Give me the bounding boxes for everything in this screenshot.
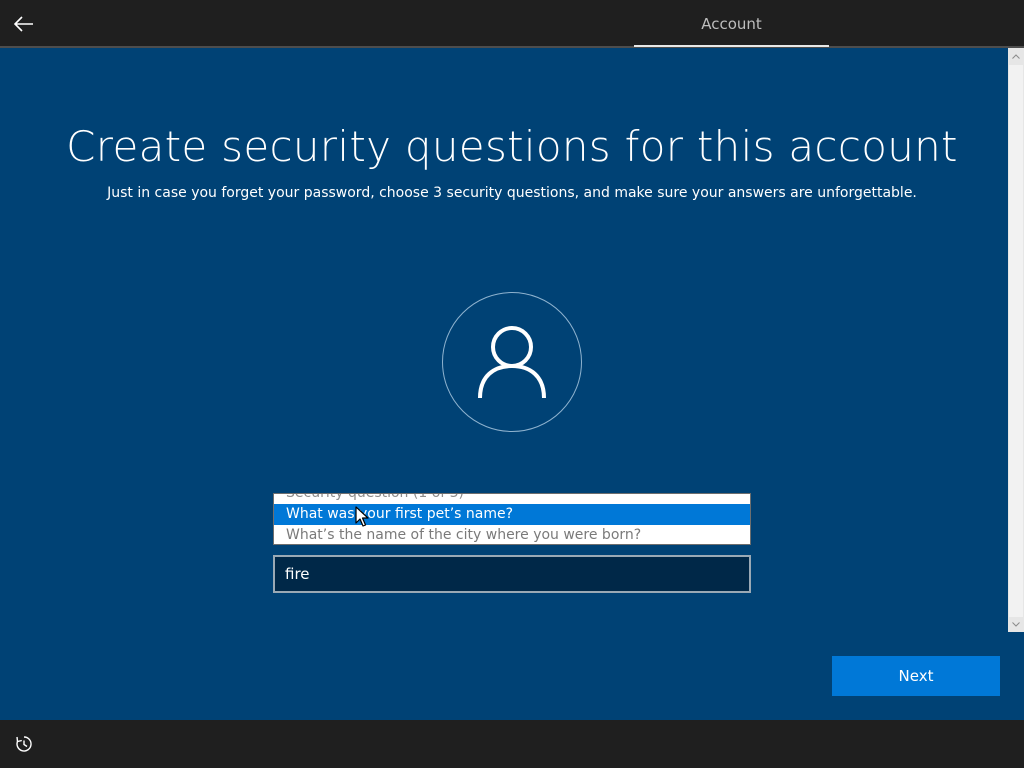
bottom-bar <box>0 720 1024 768</box>
avatar <box>442 292 582 432</box>
dropdown-placeholder: Security question (1 of 3) <box>286 493 465 501</box>
dropdown-option[interactable]: What’s the name of the city where you we… <box>274 525 750 544</box>
tab-account[interactable]: Account <box>634 0 829 48</box>
dropdown-option-selected[interactable]: What was your first pet’s name? <box>274 504 750 525</box>
next-button[interactable]: Next <box>832 656 1000 696</box>
page-subtitle: Just in case you forget your password, c… <box>107 185 917 201</box>
security-answer-input[interactable] <box>273 555 751 593</box>
mouse-cursor-icon <box>355 506 369 527</box>
ease-of-access-icon <box>16 736 32 752</box>
tab-active-indicator <box>634 45 829 47</box>
chevron-down-icon[interactable] <box>1008 616 1024 632</box>
chevron-up-icon[interactable] <box>1008 48 1024 64</box>
top-bar: Account <box>0 0 1024 48</box>
ease-of-access-button[interactable] <box>12 732 36 756</box>
back-arrow-icon <box>14 16 33 32</box>
page-title: Create security questions for this accou… <box>66 122 958 171</box>
user-icon <box>478 326 546 399</box>
divider <box>0 46 1024 48</box>
security-question-dropdown[interactable]: Security question (1 of 3) What was your… <box>273 493 751 545</box>
back-button[interactable] <box>8 8 40 40</box>
